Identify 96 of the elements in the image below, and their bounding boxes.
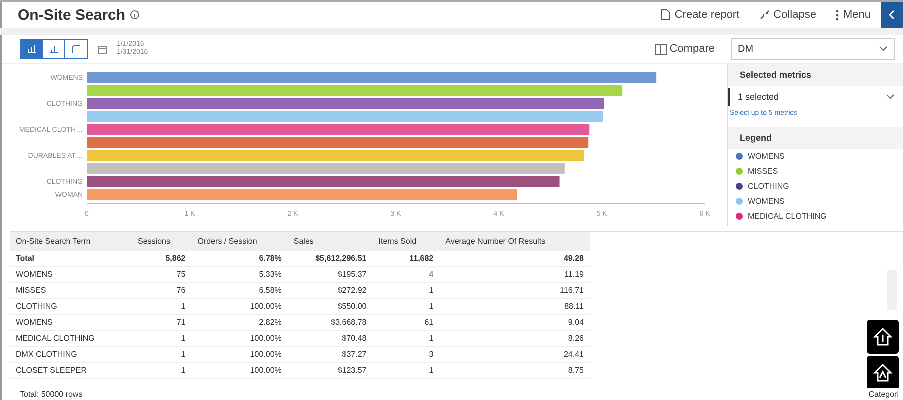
table-cell: $3,668.78 [288,314,373,330]
column-header[interactable]: On-Site Search Term [10,232,132,251]
document-icon [660,9,671,21]
table-cell: 1 [372,330,440,346]
panel-heading: Selected metrics [728,64,903,86]
info-icon [130,10,140,20]
table-cell: $70.48 [288,330,373,346]
table-cell: 1 [372,362,440,378]
column-header[interactable]: Items Sold [372,232,440,251]
table-cell: DMX CLOTHING [10,346,132,362]
table-cell: 61 [372,314,440,330]
table-cell: 24.41 [440,346,590,362]
calendar-icon [98,44,107,54]
legend-label: WOMENS [748,152,785,161]
table-row[interactable]: Total 5,862 6.78% $5,612,296.51 11,682 49.28 [10,251,590,266]
table-row[interactable]: CLOTHING 1 100.00% $550.00 1 88.11 [10,298,590,314]
compare-button[interactable]: Compare [648,42,721,56]
table-cell: 1 [372,282,440,298]
line-chart-icon [71,44,81,54]
table-cell: 76 [132,282,192,298]
compare-icon [654,44,667,54]
legend-label: MISSES [748,167,778,176]
table-cell: 100.00% [192,330,288,346]
table-row[interactable]: WOMENS 75 5.33% $195.37 4 11.19 [10,266,590,282]
column-chart-icon [48,44,58,54]
table-cell: $550.00 [288,298,373,314]
table-cell: 3 [372,346,440,362]
table-cell: 100.00% [192,298,288,314]
metrics-select[interactable]: 1 selected [728,88,903,106]
page-title: On-Site Search [18,6,126,24]
bar-chart-icon [26,44,36,54]
table-cell: 49.28 [440,251,590,266]
table-cell: MISSES [10,282,132,298]
legend-label: CLOTHING [748,182,790,191]
header-action[interactable]: Menu [826,9,881,21]
table-cell: CLOTHING [10,298,132,314]
side-panel-tab[interactable] [881,2,903,28]
table-row[interactable]: MEDICAL CLOTHING 1 100.00% $70.48 1 8.26 [10,330,590,346]
column-header[interactable]: Sales [288,232,373,251]
table-cell: CLOSET SLEEPER [10,362,132,378]
table-cell: $195.37 [288,266,373,282]
table-cell: WOMENS [10,314,132,330]
collapse-icon [760,10,770,20]
table-cell: 4 [372,266,440,282]
table-cell: 100.00% [192,346,288,362]
chevron-down-icon [879,46,888,52]
table-cell: Total [10,251,132,266]
table-cell: 71 [132,314,192,330]
table-cell: 5,862 [132,251,192,266]
table-row[interactable]: DMX CLOTHING 1 100.00% $37.27 3 24.41 [10,346,590,362]
table-cell: 9.04 [440,314,590,330]
table-cell: WOMENS [10,266,132,282]
table-cell: 1 [372,298,440,314]
table-row[interactable]: MISSES 76 6.58% $272.92 1 116.71 [10,282,590,298]
table-cell: 88.11 [440,298,590,314]
compare-select[interactable]: DM [731,38,895,60]
column-header[interactable]: Orders / Session [192,232,288,251]
table-cell: 8.26 [440,330,590,346]
table-cell: 1 [132,298,192,314]
header-action[interactable]: Collapse [750,9,826,21]
legend-label: MEDICAL CLOTHING [748,212,827,221]
chevron-left-icon [888,10,896,20]
row-count: Total: 50000 rows [20,390,83,398]
table-cell: 75 [132,266,192,282]
table-cell: 100.00% [192,362,288,378]
column-header[interactable]: Average Number Of Results [440,232,590,251]
table-cell: 116.71 [440,282,590,298]
table-cell: $272.92 [288,282,373,298]
table-cell: $37.27 [288,346,373,362]
table-cell: 11,682 [372,251,440,266]
table-row[interactable]: WOMENS 71 2.82% $3,668.78 61 9.04 [10,314,590,330]
table-cell: $123.57 [288,362,373,378]
floating-button[interactable] [867,356,899,388]
table-row[interactable]: CLOSET SLEEPER 1 100.00% $123.57 1 8.75 [10,362,590,378]
table-cell: $5,612,296.51 [288,251,373,266]
house-icon [873,327,893,347]
header-action[interactable]: Create report [650,9,750,21]
legend-label: WOMENS [748,197,785,206]
table-cell: 6.78% [192,251,288,266]
chevron-down-icon [886,94,895,100]
table-cell: 6.58% [192,282,288,298]
table-cell: 1 [132,362,192,378]
house-icon [873,363,893,383]
table-cell: MEDICAL CLOTHING [10,330,132,346]
more-icon [836,10,840,20]
column-header[interactable]: Sessions [132,232,192,251]
table-cell: 8.75 [440,362,590,378]
table-cell: 1 [132,330,192,346]
panel-heading: Legend [728,127,903,149]
chart-type-toggle[interactable] [21,40,43,58]
footer-link[interactable]: Categori [868,390,899,398]
table-cell: 2.82% [192,314,288,330]
table-cell: 5.33% [192,266,288,282]
table-cell: 11.19 [440,266,590,282]
floating-button[interactable] [867,320,899,354]
table-cell: 1 [132,346,192,362]
